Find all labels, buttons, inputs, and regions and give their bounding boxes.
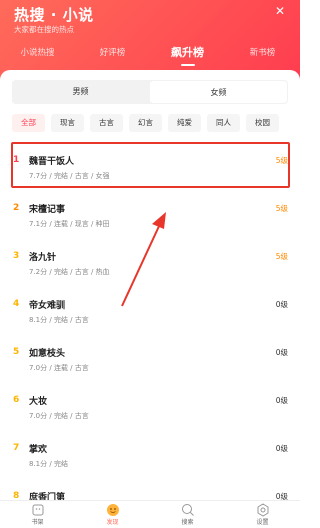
list-item[interactable]: 5 如意枝头 7.0分 / 连载 / 古言 0级 [0, 338, 300, 386]
book-title: 帝女难驯 [29, 301, 66, 311]
book-level: 0级 [275, 300, 288, 309]
rank-number: 6 [13, 395, 20, 405]
ranking-panel: 男频 女频 全部 现言 古言 幻言 纯爱 同人 校园 1 魏晋干饭人 7.7分 … [0, 70, 300, 500]
page-title: 热搜 · 小说 [14, 6, 94, 24]
book-level: 0级 [275, 492, 288, 500]
book-list: 1 魏晋干饭人 7.7分 / 完结 / 古言 / 女强 5级 2 宋檀记事 7.… [0, 146, 300, 500]
tab-active-indicator [180, 64, 195, 66]
list-item[interactable]: 2 宋檀记事 7.1分 / 连载 / 现言 / 种田 5级 [0, 194, 300, 242]
segment-male[interactable]: 男频 [12, 80, 149, 104]
nav-settings[interactable]: 设置 [225, 501, 300, 528]
list-item[interactable]: 4 帝女难驯 8.1分 / 完结 / 古言 0级 [0, 290, 300, 338]
page-subtitle: 大家都在搜的热点 [14, 25, 74, 34]
category-all[interactable]: 全部 [12, 114, 45, 132]
book-meta: 7.0分 / 完结 / 古言 [29, 412, 89, 420]
book-meta: 8.1分 / 完结 [29, 460, 68, 468]
book-level: 0级 [275, 444, 288, 453]
book-level: 5级 [275, 156, 288, 165]
rank-number: 5 [13, 347, 20, 357]
bookshelf-icon [32, 504, 43, 516]
close-button[interactable]: ✕ [272, 3, 288, 19]
search-icon [181, 504, 194, 516]
tab-bar: 小说热搜 好评榜 飙升榜 新书榜 [0, 42, 300, 70]
book-level: 5级 [275, 204, 288, 213]
book-title: 魏晋干饭人 [29, 157, 75, 167]
book-meta: 7.2分 / 完结 / 古言 / 热血 [29, 268, 110, 276]
book-meta: 7.0分 / 连载 / 古言 [29, 364, 89, 372]
category-fantasy[interactable]: 幻言 [129, 114, 162, 132]
discover-icon [106, 504, 119, 516]
category-modern[interactable]: 现言 [51, 114, 84, 132]
list-item[interactable]: 8 庶香门第 0级 [0, 482, 300, 500]
gender-segment: 男频 女频 [12, 80, 288, 104]
nav-discover[interactable]: 发现 [75, 501, 150, 528]
nav-bookshelf[interactable]: 书架 [0, 501, 75, 528]
tab-good-review[interactable]: 好评榜 [75, 42, 150, 70]
book-meta: 7.1分 / 连载 / 现言 / 种田 [29, 220, 110, 228]
book-title: 如意枝头 [29, 349, 66, 359]
book-meta: 7.7分 / 完结 / 古言 / 女强 [29, 172, 110, 180]
category-campus[interactable]: 校园 [246, 114, 279, 132]
segment-female[interactable]: 女频 [149, 80, 288, 104]
tab-hot-search[interactable]: 小说热搜 [0, 42, 75, 70]
category-filter: 全部 现言 古言 幻言 纯爱 同人 校园 [12, 114, 300, 134]
bottom-nav: 书架 发现 搜索 设置 [0, 500, 300, 528]
list-item[interactable]: 1 魏晋干饭人 7.7分 / 完结 / 古言 / 女强 5级 [0, 146, 300, 194]
header: 热搜 · 小说 大家都在搜的热点 ✕ 小说热搜 好评榜 飙升榜 新书榜 [0, 0, 300, 80]
book-title: 庶香门第 [29, 493, 66, 500]
book-title: 掌欢 [29, 445, 48, 455]
book-meta: 8.1分 / 完结 / 古言 [29, 316, 89, 324]
rank-number: 1 [13, 155, 20, 165]
rank-number: 4 [13, 299, 20, 309]
tab-rising[interactable]: 飙升榜 [150, 42, 225, 70]
list-item[interactable]: 7 掌欢 8.1分 / 完结 0级 [0, 434, 300, 482]
rank-number: 8 [13, 491, 20, 500]
book-level: 0级 [275, 396, 288, 405]
rank-number: 3 [13, 251, 20, 261]
list-item[interactable]: 6 大妆 7.0分 / 完结 / 古言 0级 [0, 386, 300, 434]
book-title: 宋檀记事 [29, 205, 66, 215]
book-title: 洛九针 [29, 253, 57, 263]
category-ancient[interactable]: 古言 [90, 114, 123, 132]
category-bl[interactable]: 纯爱 [168, 114, 201, 132]
book-level: 5级 [275, 252, 288, 261]
book-level: 0级 [275, 348, 288, 357]
tab-new-books[interactable]: 新书榜 [225, 42, 300, 70]
list-item[interactable]: 3 洛九针 7.2分 / 完结 / 古言 / 热血 5级 [0, 242, 300, 290]
nav-search[interactable]: 搜索 [150, 501, 225, 528]
book-title: 大妆 [29, 397, 48, 407]
rank-number: 7 [13, 443, 20, 453]
category-fanfic[interactable]: 同人 [207, 114, 240, 132]
rank-number: 2 [13, 203, 20, 213]
close-icon[interactable]: ✕ [275, 4, 285, 18]
settings-icon [257, 503, 268, 517]
